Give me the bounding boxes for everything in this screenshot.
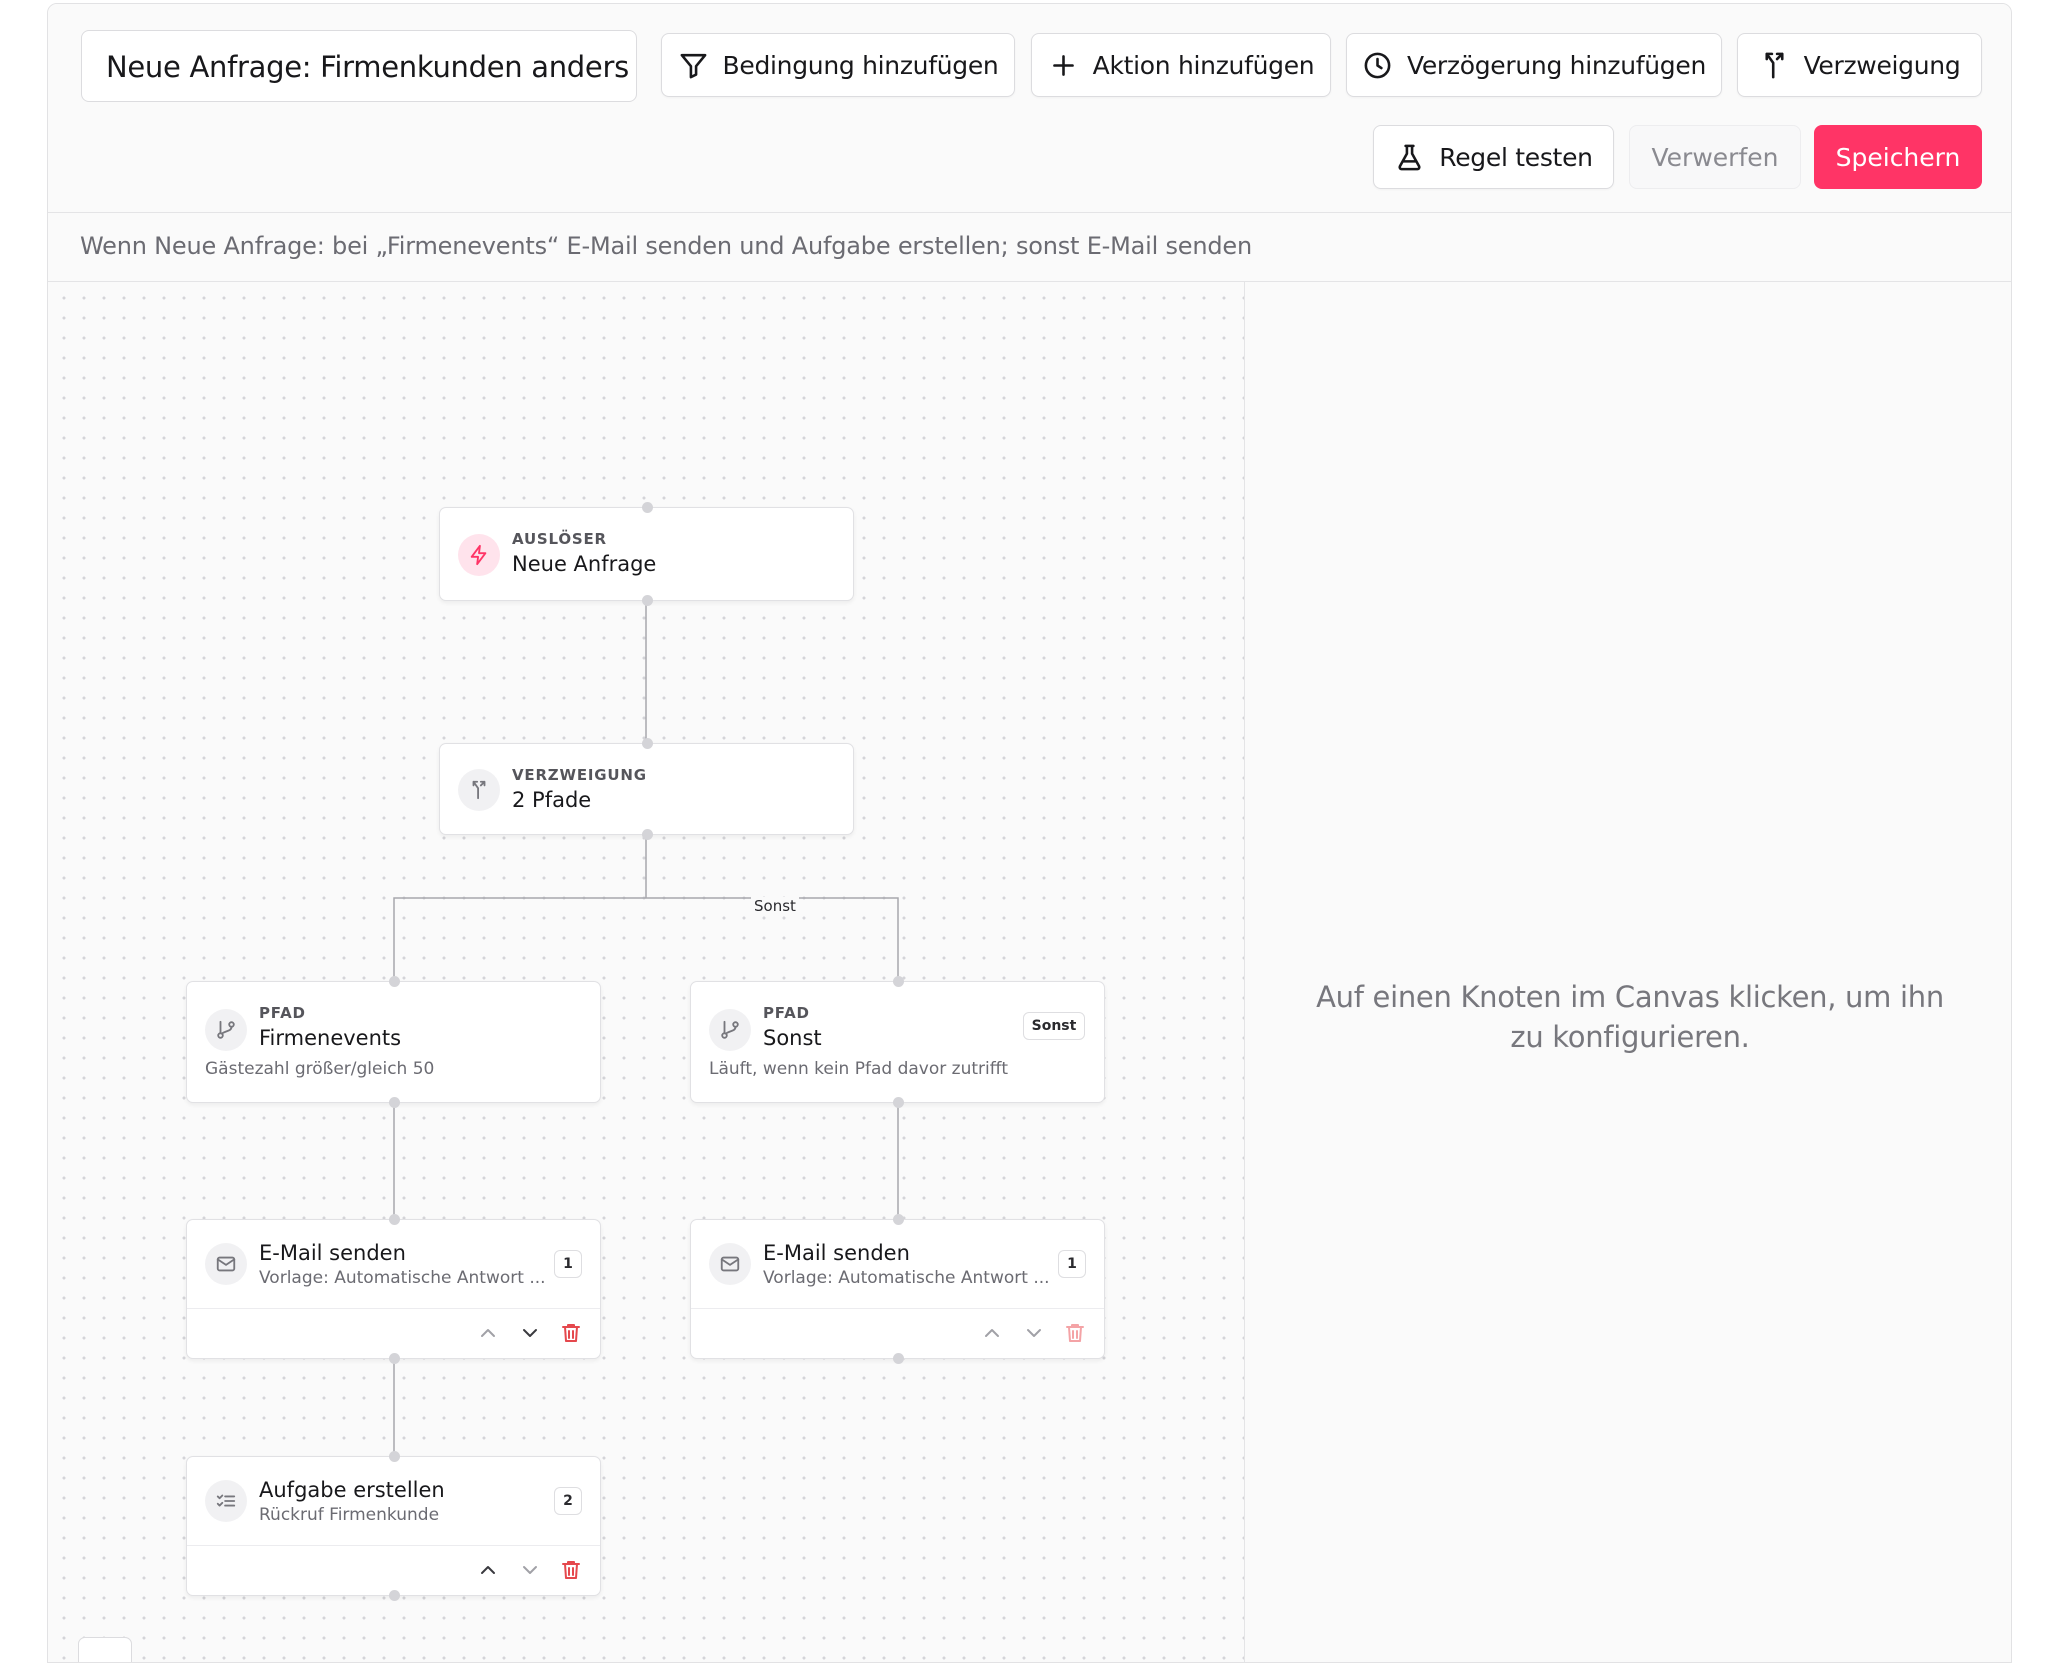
- order-badge: 1: [554, 1250, 582, 1278]
- add-action-button[interactable]: Aktion hinzufügen: [1031, 33, 1331, 97]
- path-kicker: PFAD: [259, 1004, 306, 1022]
- action-node-send-email[interactable]: E-Mail senden Vorlage: Automatische Antw…: [186, 1214, 601, 1364]
- path-title: Firmenevents: [259, 1026, 402, 1050]
- save-button[interactable]: Speichern: [1814, 125, 1982, 189]
- branch-title: 2 Pfade: [512, 788, 592, 812]
- action-title: E-Mail senden: [763, 1241, 910, 1265]
- order-badge: 1: [1058, 1250, 1086, 1278]
- plus-icon: [1052, 54, 1074, 76]
- filter-icon: [680, 53, 706, 78]
- move-down-button[interactable]: [1022, 1321, 1046, 1345]
- port-out[interactable]: [389, 1353, 400, 1364]
- trigger-title: Neue Anfrage: [512, 552, 657, 576]
- discard-button[interactable]: Verwerfen: [1629, 125, 1801, 189]
- chevron-up-icon: [481, 1566, 495, 1574]
- config-panel: Auf einen Knoten im Canvas klicken, um i…: [1245, 281, 2011, 1662]
- chevron-down-icon: [523, 1566, 537, 1574]
- add-branch-label: Verzweigung: [1803, 50, 1961, 80]
- flow-canvas[interactable]: Sonst AUSLÖSER Neue Anfrage VERZWEIGUNG …: [48, 281, 1245, 1662]
- lightning-icon: [458, 534, 500, 576]
- port-out[interactable]: [642, 595, 653, 606]
- mail-icon: [709, 1243, 751, 1285]
- add-action-label: Aktion hinzufügen: [1092, 50, 1315, 80]
- git-branch-icon: [709, 1009, 751, 1051]
- order-badge: 2: [554, 1487, 582, 1515]
- task-list-icon: [205, 1480, 247, 1522]
- port-out[interactable]: [389, 1590, 400, 1601]
- test-rule-label: Regel testen: [1439, 142, 1593, 172]
- port-out[interactable]: [893, 1097, 904, 1108]
- port-in[interactable]: [893, 1214, 904, 1225]
- clock-icon: [1364, 52, 1391, 78]
- port-in[interactable]: [389, 976, 400, 987]
- port-in[interactable]: [389, 1214, 400, 1225]
- action-title: Aufgabe erstellen: [259, 1478, 445, 1502]
- action-node-send-email[interactable]: E-Mail senden Vorlage: Automatische Antw…: [690, 1214, 1105, 1364]
- action-controls: [691, 1308, 1104, 1357]
- rule-name-input[interactable]: Neue Anfrage: Firmenkunden anders b: [81, 30, 637, 102]
- move-down-button[interactable]: [518, 1558, 542, 1582]
- action-subtitle: Vorlage: Automatische Antwort ...: [259, 1268, 546, 1288]
- action-controls: [187, 1545, 600, 1594]
- chevron-down-icon: [523, 1329, 537, 1337]
- branch-node[interactable]: VERZWEIGUNG 2 Pfade: [439, 738, 854, 840]
- add-condition-label: Bedingung hinzufügen: [722, 50, 999, 80]
- delete-button[interactable]: [559, 1558, 583, 1582]
- delete-button[interactable]: [559, 1321, 583, 1345]
- toolbar: Neue Anfrage: Firmenkunden anders b Bedi…: [48, 4, 2011, 213]
- port-out[interactable]: [642, 829, 653, 840]
- action-subtitle: Rückruf Firmenkunde: [259, 1505, 440, 1525]
- test-rule-button[interactable]: Regel testen: [1373, 125, 1614, 189]
- mail-icon: [205, 1243, 247, 1285]
- port-in[interactable]: [642, 738, 653, 749]
- add-condition-button[interactable]: Bedingung hinzufügen: [661, 33, 1015, 97]
- chevron-up-icon: [481, 1329, 495, 1337]
- port-in[interactable]: [389, 1451, 400, 1462]
- git-branch-icon: [205, 1009, 247, 1051]
- chevron-down-icon: [1027, 1329, 1041, 1337]
- path-title: Sonst: [763, 1026, 822, 1050]
- port-in[interactable]: [642, 502, 653, 513]
- action-subtitle: Vorlage: Automatische Antwort ...: [763, 1268, 1050, 1288]
- trigger-kicker: AUSLÖSER: [512, 530, 607, 548]
- trash-icon: [562, 1324, 580, 1342]
- move-down-button[interactable]: [518, 1321, 542, 1345]
- rule-summary: Wenn Neue Anfrage: bei „Firmenevents“ E-…: [80, 232, 1252, 260]
- trash-icon: [562, 1561, 580, 1579]
- path-node-sonst[interactable]: PFAD Sonst Läuft, wenn kein Pfad davor z…: [690, 976, 1105, 1108]
- branch-kicker: VERZWEIGUNG: [512, 766, 647, 784]
- delete-button[interactable]: [1063, 1321, 1087, 1345]
- flask-icon: [1398, 144, 1421, 170]
- branch-icon: [1765, 52, 1784, 78]
- path-node-firmenevents[interactable]: PFAD Firmenevents Gästezahl größer/gleic…: [186, 976, 601, 1108]
- action-title: E-Mail senden: [259, 1241, 406, 1265]
- port-in[interactable]: [893, 976, 904, 987]
- trigger-node[interactable]: AUSLÖSER Neue Anfrage: [439, 502, 854, 606]
- panel-empty-hint: Auf einen Knoten im Canvas klicken, um i…: [1316, 980, 1944, 1054]
- rule-editor: Neue Anfrage: Firmenkunden anders b Bedi…: [47, 3, 2012, 1663]
- port-out[interactable]: [893, 1353, 904, 1364]
- edge-label-else: Sonst: [751, 897, 799, 915]
- branch-icon: [458, 769, 500, 811]
- port-out[interactable]: [389, 1097, 400, 1108]
- move-up-button[interactable]: [476, 1321, 500, 1345]
- add-branch-button[interactable]: Verzweigung: [1737, 33, 1982, 97]
- trash-icon: [1066, 1324, 1084, 1342]
- add-delay-button[interactable]: Verzögerung hinzufügen: [1346, 33, 1722, 97]
- move-up-button[interactable]: [476, 1558, 500, 1582]
- path-kicker: PFAD: [763, 1004, 810, 1022]
- add-delay-label: Verzögerung hinzufügen: [1406, 50, 1706, 80]
- action-controls: [187, 1308, 600, 1357]
- move-up-button[interactable]: [980, 1321, 1004, 1345]
- zoom-controls[interactable]: [78, 1637, 132, 1662]
- path-condition: Gästezahl größer/gleich 50: [205, 1059, 435, 1079]
- chevron-up-icon: [985, 1329, 999, 1337]
- path-condition: Läuft, wenn kein Pfad davor zutrifft: [709, 1059, 1009, 1079]
- else-badge: Sonst: [1023, 1012, 1085, 1040]
- action-node-create-task[interactable]: Aufgabe erstellen Rückruf Firmenkunde 2: [186, 1451, 601, 1601]
